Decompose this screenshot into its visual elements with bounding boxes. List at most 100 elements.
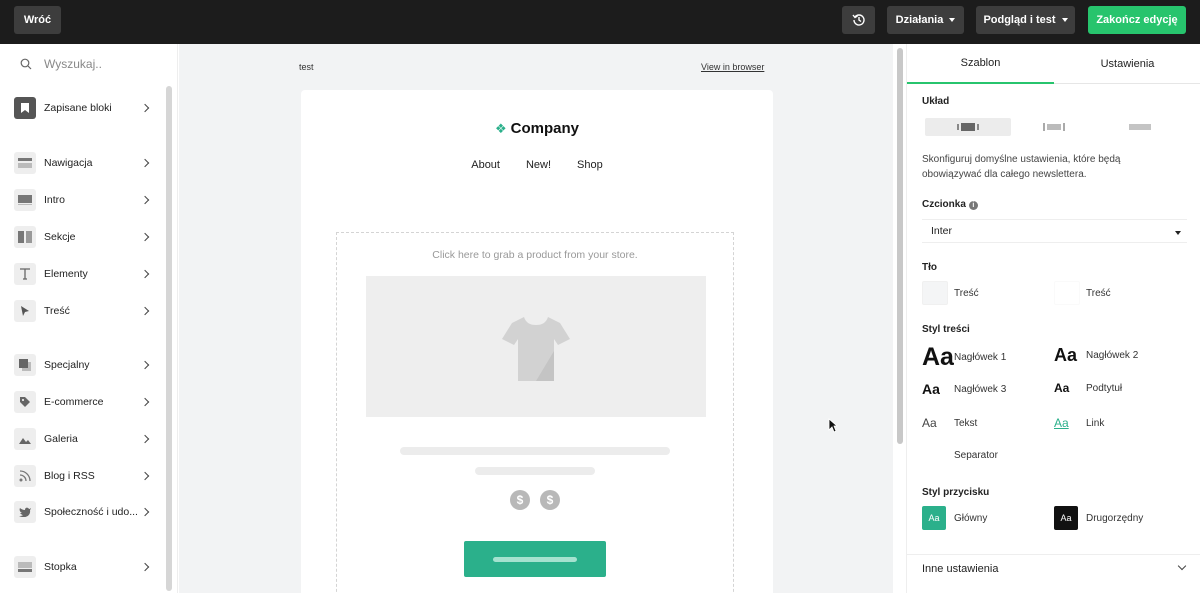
sidebar-item-elements[interactable]: Elementy	[14, 263, 154, 285]
sidebar-scrollbar[interactable]	[166, 86, 172, 591]
sidebar-item-special[interactable]: Specjalny	[14, 354, 154, 376]
chevron-right-icon	[140, 232, 150, 242]
tag-icon	[14, 391, 36, 413]
actions-menu-button[interactable]: Działania	[887, 6, 964, 34]
style-heading-1[interactable]: Aa Nagłówek 1	[922, 343, 1006, 372]
email-nav-shop[interactable]: Shop	[577, 159, 603, 171]
preheader-text[interactable]: test	[299, 62, 314, 72]
tshirt-icon	[502, 316, 570, 381]
sidebar-item-navigation[interactable]: Nawigacja	[14, 152, 154, 174]
background-content-swatch[interactable]: Treść	[922, 281, 979, 305]
style-sample: Aa	[1054, 381, 1070, 395]
settings-panel: Szablon Ustawienia Układ Skonfiguruj dom…	[906, 44, 1200, 593]
dollar-icon: $	[510, 490, 530, 510]
sidebar-item-label: Elementy	[44, 268, 88, 280]
preview-test-button[interactable]: Podgląd i test	[976, 6, 1075, 34]
layout-full-option[interactable]	[1011, 118, 1097, 136]
sidebar-item-label: Sekcje	[44, 231, 76, 243]
email-nav-about[interactable]: About	[471, 159, 500, 171]
search-input[interactable]: Wyszukaj..	[44, 57, 102, 71]
sidebar-item-label: Treść	[44, 305, 70, 317]
layout-wide-option[interactable]	[1097, 118, 1183, 136]
sidebar-item-content[interactable]: Treść	[14, 300, 154, 322]
caret-down-icon	[1175, 231, 1181, 235]
style-label: Nagłówek 3	[954, 383, 1007, 395]
actions-label: Działania	[895, 14, 944, 26]
chevron-right-icon	[140, 507, 150, 517]
tab-settings[interactable]: Ustawienia	[1054, 44, 1200, 84]
text-icon	[14, 263, 36, 285]
chevron-right-icon	[140, 195, 150, 205]
bookmark-icon	[14, 97, 36, 119]
style-heading-3[interactable]: Aa Nagłówek 3	[922, 381, 1006, 397]
content-style-heading: Styl treści	[922, 324, 970, 335]
style-label: Podtytuł	[1086, 382, 1123, 394]
back-button[interactable]: Wróć	[14, 6, 61, 34]
rss-icon	[14, 465, 36, 487]
panel-tabs: Szablon Ustawienia	[907, 44, 1200, 84]
cursor-icon	[14, 300, 36, 322]
style-label: Tekst	[954, 417, 978, 429]
sidebar-item-label: Stopka	[44, 561, 77, 573]
style-label: Drugorzędny	[1086, 512, 1144, 524]
sidebar-item-intro[interactable]: Intro	[14, 189, 154, 211]
sidebar-item-footer[interactable]: Stopka	[14, 556, 154, 578]
style-separator[interactable]: Separator	[922, 450, 998, 461]
style-text[interactable]: Aa Tekst	[922, 416, 977, 430]
sidebar-item-sections[interactable]: Sekcje	[14, 226, 154, 248]
style-label: Główny	[954, 512, 988, 524]
style-sample: Aa	[1054, 345, 1078, 365]
email-nav-new[interactable]: New!	[526, 159, 551, 171]
style-subtitle[interactable]: Aa Podtytuł	[1054, 381, 1122, 395]
layout-heading: Układ	[922, 96, 950, 107]
product-image-placeholder	[366, 276, 706, 417]
button-style-primary[interactable]: Aa Główny	[922, 506, 987, 530]
history-icon	[851, 14, 865, 26]
product-button-placeholder[interactable]	[464, 541, 606, 577]
top-bar: Wróć Działania Podgląd i test Zakończ ed…	[0, 0, 1200, 44]
swatch-label: Treść	[954, 287, 979, 299]
finish-edit-button[interactable]: Zakończ edycję	[1088, 6, 1186, 34]
caret-down-icon	[1061, 18, 1068, 22]
button-style-secondary[interactable]: Aa Drugorzędny	[1054, 506, 1143, 530]
sidebar-item-label: Specjalny	[44, 359, 90, 371]
sidebar-item-ecommerce[interactable]: E-commerce	[14, 391, 154, 413]
background-body-swatch[interactable]: Treść	[1054, 281, 1111, 305]
font-select[interactable]: Inter	[922, 219, 1187, 243]
chevron-right-icon	[140, 158, 150, 168]
font-select-value: Inter	[931, 225, 953, 237]
chevron-right-icon	[140, 434, 150, 444]
style-sample: Aa	[922, 416, 937, 430]
product-block[interactable]: Click here to grab a product from your s…	[336, 232, 734, 593]
swatch-label: Treść	[1086, 287, 1111, 299]
style-sample: Aa	[922, 343, 954, 371]
layout-boxed-option[interactable]	[925, 118, 1011, 136]
chevron-right-icon	[140, 397, 150, 407]
info-icon[interactable]: i	[968, 201, 978, 210]
sidebar-item-blog-rss[interactable]: Blog i RSS	[14, 465, 154, 487]
special-icon	[14, 354, 36, 376]
sidebar-item-saved-blocks[interactable]: Zapisane bloki	[14, 97, 154, 119]
other-settings-toggle[interactable]: Inne ustawienia	[907, 554, 1200, 582]
search-bar[interactable]: Wyszukaj..	[0, 44, 178, 84]
logo-text: Company	[510, 120, 579, 137]
sidebar-item-gallery[interactable]: Galeria	[14, 428, 154, 450]
preview-label: Podgląd i test	[983, 14, 1056, 26]
company-logo[interactable]: ❖ Company	[301, 120, 773, 137]
style-sample: Aa	[922, 381, 940, 397]
style-label: Nagłówek 1	[954, 352, 1007, 363]
style-link[interactable]: Aa Link	[1054, 416, 1104, 430]
tab-template[interactable]: Szablon	[907, 44, 1054, 84]
canvas-scrollbar[interactable]	[897, 48, 903, 444]
sidebar-item-label: Społeczność i udo...	[44, 506, 138, 518]
button-sample: Aa	[1054, 506, 1078, 530]
sidebar-item-label: Blog i RSS	[44, 470, 95, 482]
sidebar-item-label: Zapisane bloki	[44, 102, 112, 114]
style-heading-2[interactable]: Aa Nagłówek 2	[1054, 345, 1138, 366]
chevron-right-icon	[140, 471, 150, 481]
view-in-browser-link[interactable]: View in browser	[701, 62, 764, 72]
sidebar-item-social[interactable]: Społeczność i udo...	[14, 501, 154, 523]
history-button[interactable]	[842, 6, 875, 34]
sidebar-item-label: Galeria	[44, 433, 78, 445]
color-swatch	[1054, 281, 1080, 305]
